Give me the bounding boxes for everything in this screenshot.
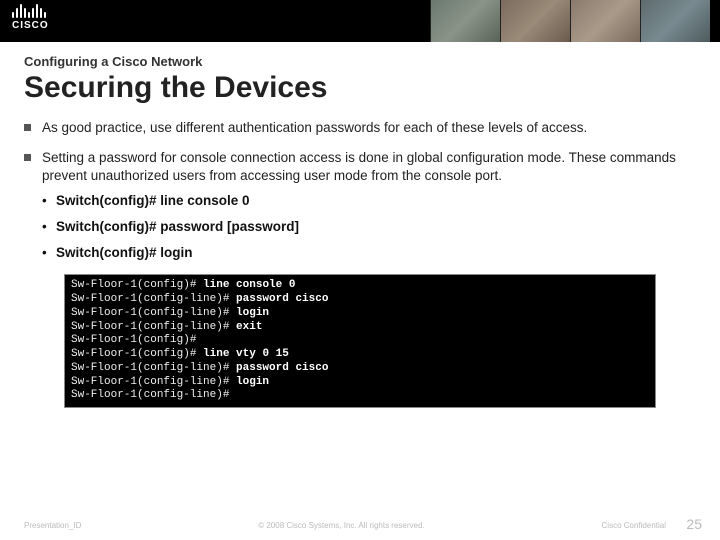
- bullet-text: As good practice, use different authenti…: [42, 120, 587, 135]
- bullet-item: As good practice, use different authenti…: [24, 119, 696, 137]
- sub-bullet-list: Switch(config)# line console 0 Switch(co…: [42, 192, 696, 263]
- slide-eyebrow: Configuring a Cisco Network: [24, 54, 696, 69]
- footer: Presentation_ID © 2008 Cisco Systems, In…: [0, 521, 720, 530]
- slide-content: Configuring a Cisco Network Securing the…: [0, 42, 720, 408]
- footer-presentation-id: Presentation_ID: [24, 521, 81, 530]
- sub-bullet-item: Switch(config)# login: [42, 244, 696, 262]
- sub-bullet-item: Switch(config)# line console 0: [42, 192, 696, 210]
- footer-page-number: 25: [686, 516, 702, 532]
- logo-bars-icon: [12, 2, 49, 18]
- footer-confidential: Cisco Confidential: [602, 521, 666, 530]
- footer-copyright: © 2008 Cisco Systems, Inc. All rights re…: [81, 521, 601, 530]
- header-bar: CISCO: [0, 0, 720, 42]
- terminal-output: Sw-Floor-1(config)# line console 0 Sw-Fl…: [64, 274, 656, 408]
- bullet-item: Setting a password for console connectio…: [24, 149, 696, 262]
- slide-title: Securing the Devices: [24, 71, 696, 105]
- bullet-list: As good practice, use different authenti…: [24, 119, 696, 262]
- header-photo-strip: [430, 0, 710, 42]
- logo-text: CISCO: [12, 20, 49, 31]
- bullet-text: Setting a password for console connectio…: [42, 150, 676, 183]
- cisco-logo: CISCO: [12, 2, 49, 31]
- sub-bullet-item: Switch(config)# password [password]: [42, 218, 696, 236]
